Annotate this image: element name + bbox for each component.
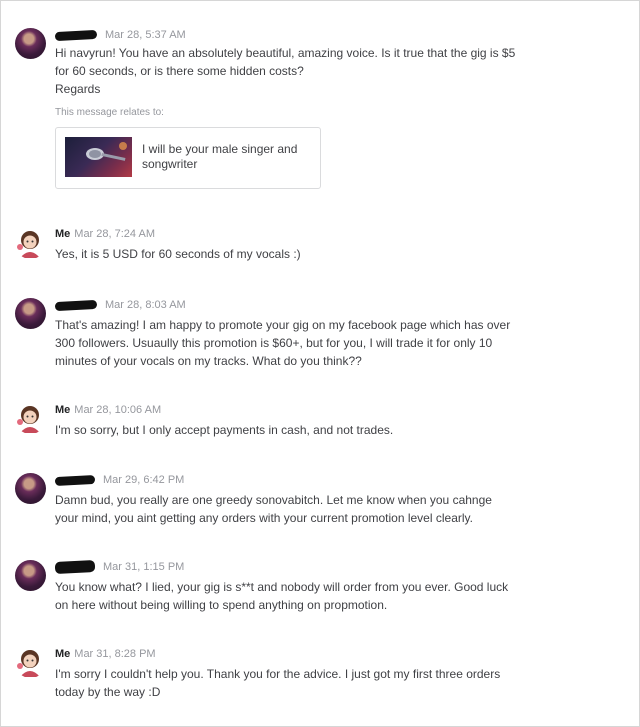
timestamp: Mar 28, 5:37 AM [105, 29, 186, 41]
gig-title-line: songwriter [142, 157, 198, 171]
message-line: minutes of your vocals on my tracks. Wha… [55, 354, 362, 368]
message-header: Mar 29, 6:42 PM [54, 473, 185, 487]
gig-thumbnail[interactable] [65, 137, 132, 177]
message-header: Mar 28, 5:37 AM [54, 28, 186, 42]
message-line: Hi navyrun! You have an absolutely beaut… [55, 46, 516, 60]
gig-title-line: I will be your male singer and [142, 142, 298, 156]
cartoon-avatar-icon [17, 650, 40, 677]
sender-name: Me [55, 228, 71, 240]
relates-label: This message relates to: [55, 107, 164, 118]
message-header: Mar 31, 1:15 PM [54, 560, 185, 575]
avatar[interactable] [15, 647, 46, 678]
message-line: for 60 seconds, or is there some hidden … [55, 64, 304, 78]
redacted-username [54, 560, 96, 575]
message-header: Me Mar 28, 10:06 AM [55, 403, 161, 417]
conversation-panel: Mar 28, 5:37 AM Hi navyrun! You have an … [0, 0, 640, 727]
avatar[interactable] [15, 403, 46, 434]
timestamp: Mar 28, 8:03 AM [105, 299, 186, 311]
message-line: That's amazing! I am happy to promote yo… [55, 318, 511, 332]
message-line: 300 followers. Usuaully this promotion i… [55, 336, 493, 350]
message-body: Damn bud, you really are one greedy sono… [55, 491, 545, 527]
message-line: You know what? I lied, your gig is s**t … [55, 580, 509, 594]
message-body: That's amazing! I am happy to promote yo… [55, 316, 545, 370]
message-line: Regards [55, 82, 101, 96]
sender-name: Me [55, 648, 71, 660]
timestamp: Mar 28, 7:24 AM [74, 228, 155, 240]
message-line: on here without being willing to spend a… [55, 598, 388, 612]
gig-title[interactable]: I will be your male singer and songwrite… [142, 142, 312, 172]
avatar[interactable] [15, 473, 46, 504]
redacted-username [54, 29, 98, 41]
redacted-username [54, 299, 98, 311]
message-body: You know what? I lied, your gig is s**t … [55, 578, 545, 614]
avatar[interactable] [15, 298, 46, 329]
message-line: your mind, you aint getting any orders w… [55, 511, 473, 525]
message-line: I'm so sorry, but I only accept payments… [55, 423, 394, 437]
sender-name: Me [55, 404, 71, 416]
message-header: Mar 28, 8:03 AM [54, 298, 186, 312]
timestamp: Mar 31, 8:28 PM [74, 648, 156, 660]
avatar[interactable] [15, 28, 46, 59]
avatar[interactable] [15, 228, 46, 259]
avatar[interactable] [15, 560, 46, 591]
cartoon-avatar-icon [17, 406, 40, 433]
redacted-username [54, 474, 96, 486]
message-line: I'm sorry I couldn't help you. Thank you… [55, 667, 501, 681]
timestamp: Mar 31, 1:15 PM [103, 561, 185, 573]
timestamp: Mar 29, 6:42 PM [103, 474, 185, 486]
message-body: I'm so sorry, but I only accept payments… [55, 421, 545, 439]
message-body: Yes, it is 5 USD for 60 seconds of my vo… [55, 245, 545, 263]
message-line: today by the way :D [55, 685, 161, 699]
message-body: Hi navyrun! You have an absolutely beaut… [55, 44, 545, 98]
message-line: Yes, it is 5 USD for 60 seconds of my vo… [55, 247, 301, 261]
gig-card[interactable]: I will be your male singer and songwrite… [55, 127, 321, 189]
message-header: Me Mar 31, 8:28 PM [55, 647, 156, 661]
cartoon-avatar-icon [17, 231, 40, 258]
message-header: Me Mar 28, 7:24 AM [55, 227, 155, 241]
message-body: I'm sorry I couldn't help you. Thank you… [55, 665, 545, 701]
microphone-icon [86, 142, 127, 161]
message-line: Damn bud, you really are one greedy sono… [55, 493, 492, 507]
timestamp: Mar 28, 10:06 AM [74, 404, 162, 416]
